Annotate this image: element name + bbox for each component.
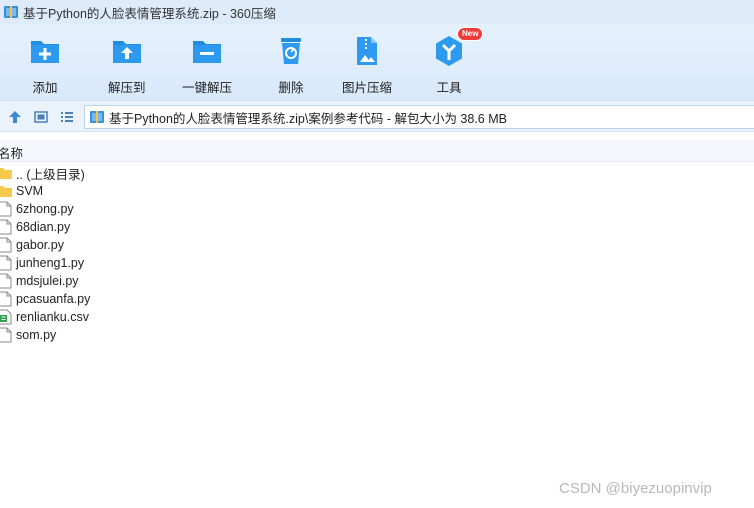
file-name: 68dian.py <box>16 220 71 234</box>
delete-label: 删除 <box>278 81 304 95</box>
one-click-extract-button[interactable]: 一键解压 <box>182 34 232 96</box>
delete-button[interactable]: 删除 <box>274 34 308 96</box>
file-icon <box>0 219 12 235</box>
up-arrow-icon[interactable] <box>7 109 23 125</box>
image-compress-button[interactable]: 图片压缩 <box>342 34 392 96</box>
file-name: junheng1.py <box>16 256 85 270</box>
file-name: 6zhong.py <box>16 202 74 216</box>
list-item-file[interactable]: 6zhong.py <box>0 200 754 218</box>
tools-label: 工具 <box>436 81 462 95</box>
extract-to-label: 解压到 <box>108 81 146 95</box>
list-item-file[interactable]: gabor.py <box>0 236 754 254</box>
file-name: som.py <box>16 328 57 342</box>
extract-to-button[interactable]: 解压到 <box>108 34 146 96</box>
path-field[interactable]: 基于Python的人脸表情管理系统.zip\案例参考代码 - 解包大小为 38.… <box>84 105 754 129</box>
window-title: 基于Python的人脸表情管理系统.zip - 360压缩 <box>23 6 276 21</box>
column-header: 名称 <box>0 140 754 162</box>
tools-button[interactable]: New 工具 <box>432 27 484 96</box>
zip-archive-icon <box>90 111 104 123</box>
toolbar: 添加 解压到 一键解压 删除 图片压缩 New 工具 <box>0 24 754 100</box>
image-compress-label: 图片压缩 <box>342 81 393 95</box>
list-item-parent-folder[interactable]: .. (上级目录) <box>0 164 754 182</box>
file-name: renlianku.csv <box>16 310 89 324</box>
file-icon <box>0 255 12 271</box>
list-item-file[interactable]: pcasuanfa.py <box>0 290 754 308</box>
column-name-header[interactable]: 名称 <box>0 143 23 162</box>
delete-icon <box>281 38 301 64</box>
list-item-file[interactable]: junheng1.py <box>0 254 754 272</box>
file-name: gabor.py <box>16 238 64 252</box>
file-name: pcasuanfa.py <box>16 292 91 306</box>
list-item-file[interactable]: renlianku.csv <box>0 308 754 326</box>
file-name: .. (上级目录) <box>16 167 85 182</box>
file-icon <box>0 273 12 289</box>
file-icon <box>0 291 12 307</box>
list-item-folder[interactable]: SVM <box>0 182 754 200</box>
path-text: 基于Python的人脸表情管理系统.zip\案例参考代码 - 解包大小为 38.… <box>109 111 507 126</box>
watermark: CSDN @biyezuopinvip <box>559 480 712 497</box>
list-item-file[interactable]: mdsjulei.py <box>0 272 754 290</box>
title-bar: 基于Python的人脸表情管理系统.zip - 360压缩 <box>0 0 754 24</box>
one-click-extract-icon <box>193 41 221 63</box>
address-bar: 基于Python的人脸表情管理系统.zip\案例参考代码 - 解包大小为 38.… <box>0 100 754 132</box>
file-icon <box>0 327 12 343</box>
file-name: SVM <box>16 184 44 198</box>
list-item-file[interactable]: 68dian.py <box>0 218 754 236</box>
add-icon <box>31 41 59 63</box>
csv-file-icon <box>0 309 12 325</box>
folder-icon <box>0 168 12 179</box>
list-view-icon[interactable] <box>59 109 75 125</box>
extract-to-icon <box>112 41 141 63</box>
new-badge: New <box>457 27 484 41</box>
zip-archive-icon <box>4 6 18 18</box>
add-button[interactable]: 添加 <box>28 34 62 96</box>
add-label: 添加 <box>32 81 58 95</box>
one-click-extract-label: 一键解压 <box>182 81 233 95</box>
file-name: mdsjulei.py <box>16 274 79 288</box>
file-icon <box>0 237 12 253</box>
folder-icon <box>0 186 12 197</box>
image-compress-icon <box>357 37 377 65</box>
list-item-file[interactable]: som.py <box>0 326 754 344</box>
file-icon <box>0 201 12 217</box>
thumbnail-view-icon[interactable] <box>33 109 49 125</box>
app-window: 基于Python的人脸表情管理系统.zip - 360压缩 添加 解压到 一键解… <box>0 0 754 508</box>
file-list: .. (上级目录) SVM 6zhong.py 68dian.py gabor.… <box>0 164 754 344</box>
